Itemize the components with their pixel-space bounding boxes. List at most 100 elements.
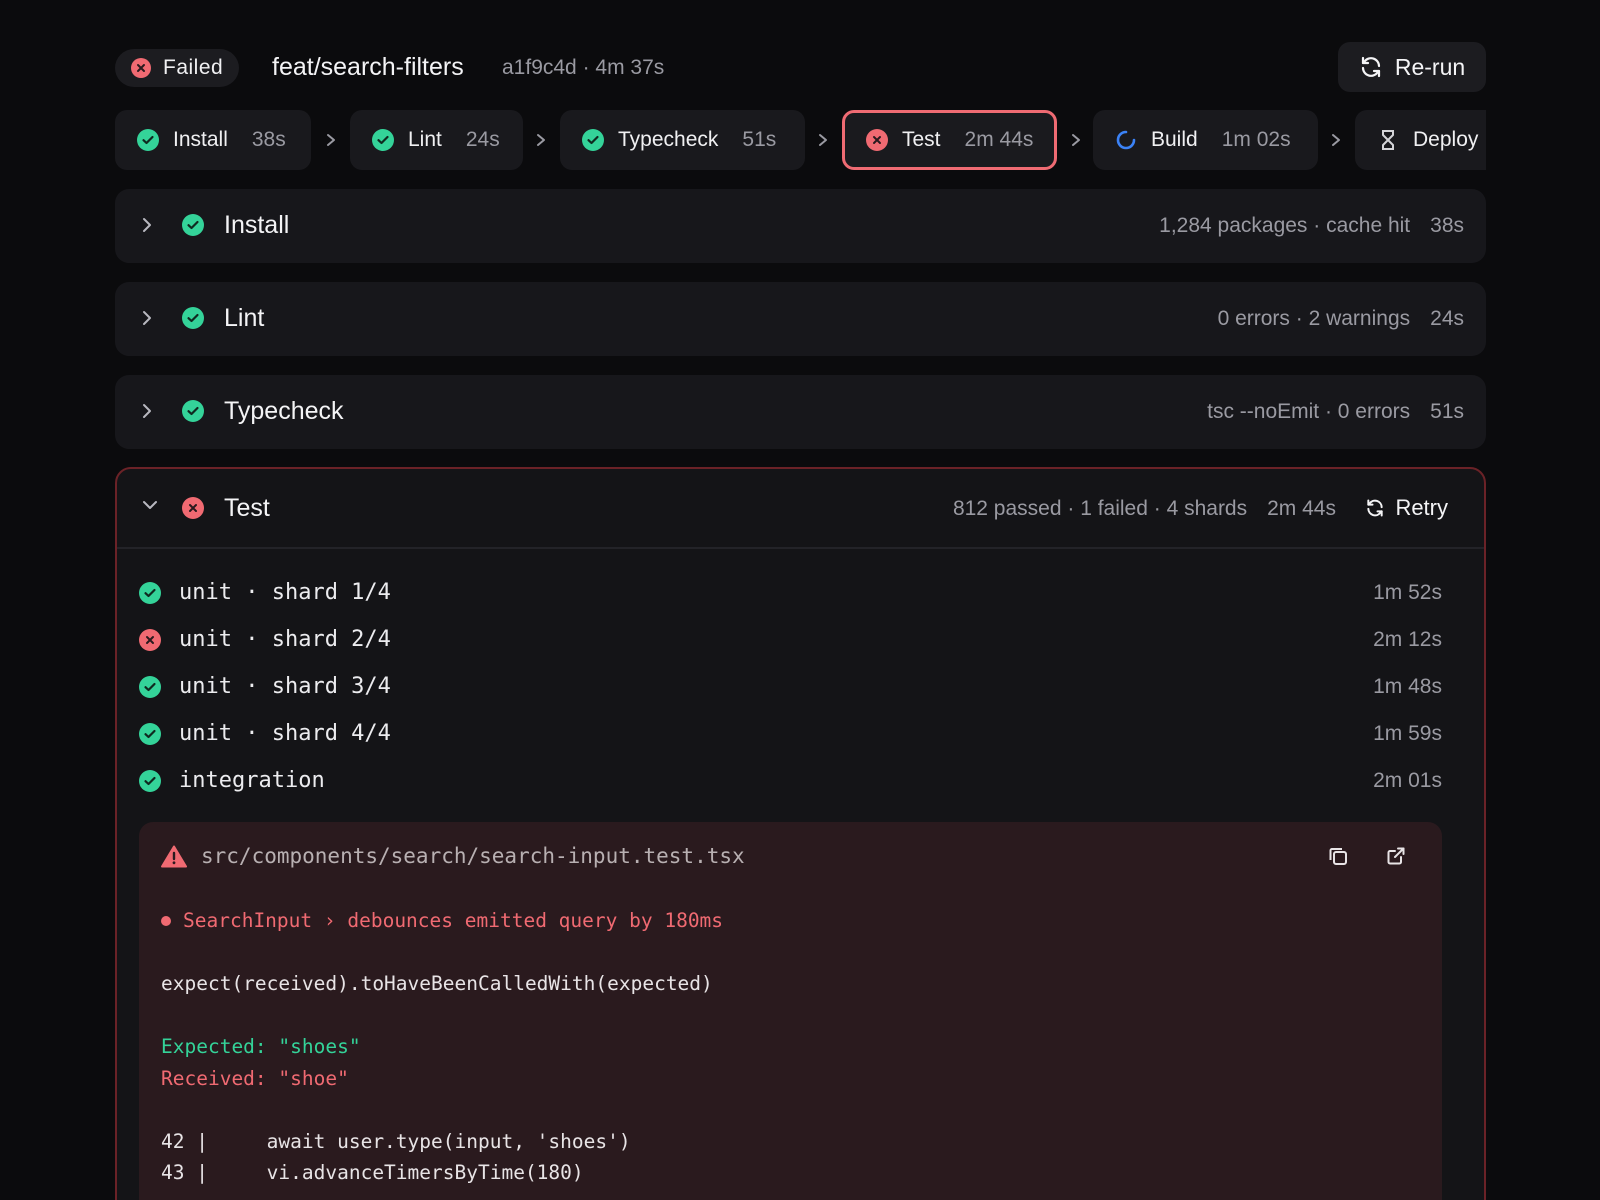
job-duration: 24s [1430, 307, 1464, 330]
stage-label: Build [1151, 128, 1198, 151]
spinner-icon [1116, 130, 1136, 150]
stage-label: Lint [408, 128, 442, 151]
job-title: Test [224, 494, 270, 522]
shard-name: unit · shard 1/4 [179, 580, 391, 605]
stage-label: Deploy [1413, 128, 1479, 151]
test-job-panel: Test 812 passed · 1 failed · 4 shards 2m … [115, 467, 1486, 1200]
source-line: 43 | vi.advanceTimersByTime(180) [161, 1161, 584, 1184]
x-circle-icon [139, 628, 161, 651]
x-circle-icon [866, 129, 888, 151]
x-circle-icon [131, 58, 151, 78]
chevron-right-icon [321, 130, 341, 150]
job-row-typecheck[interactable]: Typecheck tsc --noEmit · 0 errors 51s [115, 375, 1486, 449]
rerun-label: Re-run [1394, 53, 1466, 80]
stage-test[interactable]: Test 2m 44s [842, 110, 1057, 170]
chevron-right-icon [143, 404, 151, 418]
hourglass-icon [1382, 130, 1394, 150]
shard-duration: 1m 59s [1373, 721, 1442, 745]
stage-duration: 38s [251, 128, 286, 151]
chevron-right-icon [813, 130, 833, 150]
refresh-icon [1367, 499, 1384, 517]
shard-duration: 2m 01s [1373, 768, 1442, 792]
list-item[interactable]: unit · shard 4/4 1m 59s [139, 710, 1442, 757]
stage-lint[interactable]: Lint 24s [350, 110, 523, 170]
run-status-label: Failed [163, 56, 224, 79]
job-detail: 0 errors · 2 warnings [1217, 307, 1411, 330]
failure-file-path[interactable]: src/components/search/search-input.test.… [201, 844, 745, 868]
test-failure-output: src/components/search/search-input.test.… [139, 822, 1442, 1200]
shard-duration: 1m 48s [1373, 674, 1442, 698]
job-title: Lint [224, 304, 265, 332]
shard-duration: 1m 52s [1373, 580, 1442, 604]
job-row-install[interactable]: Install 1,284 packages · cache hit 38s [115, 189, 1486, 263]
run-status-badge: Failed [115, 49, 240, 87]
stage-duration: 51s [742, 128, 777, 151]
assertion-line: expect(received).toHaveBeenCalledWith(ex… [161, 972, 713, 995]
copy-icon[interactable] [1328, 846, 1348, 866]
retry-button[interactable]: Retry [1365, 495, 1448, 521]
rerun-button[interactable]: Re-run [1338, 42, 1486, 92]
refresh-icon [1361, 56, 1380, 78]
job-duration: 38s [1430, 214, 1464, 237]
chevron-right-icon [1066, 130, 1086, 150]
job-meta: 812 passed · 1 failed · 4 shards 2m 44s [953, 497, 1336, 521]
shard-duration: 2m 12s [1373, 627, 1442, 651]
list-item[interactable]: unit · shard 1/4 1m 52s [139, 569, 1442, 616]
chevron-right-icon [1326, 130, 1346, 150]
expected-line: Expected: "shoes" [161, 1035, 361, 1058]
job-meta: 0 errors · 2 warnings 24s [1218, 307, 1464, 331]
source-line: 42 | await user.type(input, 'shoes') [161, 1130, 631, 1153]
error-bullet [161, 915, 171, 926]
check-circle-icon [139, 722, 161, 745]
stage-build[interactable]: Build 1m 02s [1093, 110, 1318, 170]
run-header: Failed feat/search-filters a1f9c4d · 4m … [115, 42, 1486, 92]
check-circle-icon [582, 129, 604, 151]
chevron-right-icon [143, 218, 151, 232]
test-job-header[interactable]: Test 812 passed · 1 failed · 4 shards 2m … [117, 469, 1484, 549]
shard-name: unit · shard 2/4 [179, 627, 391, 652]
chevron-right-icon [143, 311, 151, 325]
stage-label: Install [173, 128, 228, 151]
job-meta: 1,284 packages · cache hit 38s [1159, 214, 1464, 238]
shard-list: unit · shard 1/4 1m 52s unit · shard 2/4… [139, 569, 1442, 804]
shard-name: unit · shard 4/4 [179, 721, 391, 746]
stage-label: Typecheck [618, 128, 719, 151]
job-duration: 2m 44s [1267, 497, 1336, 520]
stage-duration: 1m 02s [1221, 128, 1291, 151]
warning-triangle-icon [161, 845, 187, 867]
list-item[interactable]: unit · shard 3/4 1m 48s [139, 663, 1442, 710]
external-link-icon[interactable] [1386, 846, 1406, 866]
check-circle-icon [182, 400, 204, 422]
x-circle-icon [182, 497, 204, 519]
job-detail: tsc --noEmit · 0 errors [1207, 400, 1411, 423]
pipeline-stages: Install 38s Lint 24s Typecheck 51s Test 2m 4… [115, 110, 1486, 170]
shard-name: unit · shard 3/4 [179, 674, 391, 699]
job-meta: tsc --noEmit · 0 errors 51s [1207, 400, 1464, 424]
failure-file: src/components/search/search-input.test.… [161, 844, 745, 868]
check-circle-icon [137, 129, 159, 151]
shard-name: integration [179, 768, 325, 793]
check-circle-icon [139, 675, 161, 698]
test-summary: 812 passed · 1 failed · 4 shards [952, 497, 1248, 520]
failing-test-label: SearchInput › debounces emitted query by… [183, 909, 724, 932]
chevron-right-icon [531, 130, 551, 150]
job-duration: 51s [1430, 400, 1464, 423]
stage-deploy[interactable]: Deploy [1355, 110, 1486, 170]
received-line: Received: "shoe" [161, 1067, 349, 1090]
stage-install[interactable]: Install 38s [115, 110, 311, 170]
stage-duration: 24s [465, 128, 500, 151]
failing-test-name: SearchInput › debounces emitted query by… [161, 909, 723, 932]
stage-typecheck[interactable]: Typecheck 51s [560, 110, 805, 170]
check-circle-icon [182, 307, 204, 329]
chevron-down-icon [143, 501, 157, 509]
stage-label: Test [902, 128, 941, 151]
job-detail: 1,284 packages · cache hit [1159, 214, 1411, 237]
job-row-lint[interactable]: Lint 0 errors · 2 warnings 24s [115, 282, 1486, 356]
branch-name[interactable]: feat/search-filters [272, 53, 464, 82]
job-title: Typecheck [224, 397, 344, 425]
stage-duration: 2m 44s [964, 128, 1034, 151]
job-title: Install [224, 211, 290, 239]
retry-label: Retry [1395, 495, 1448, 520]
list-item[interactable]: unit · shard 2/4 2m 12s [139, 616, 1442, 663]
list-item[interactable]: integration 2m 01s [139, 757, 1442, 804]
